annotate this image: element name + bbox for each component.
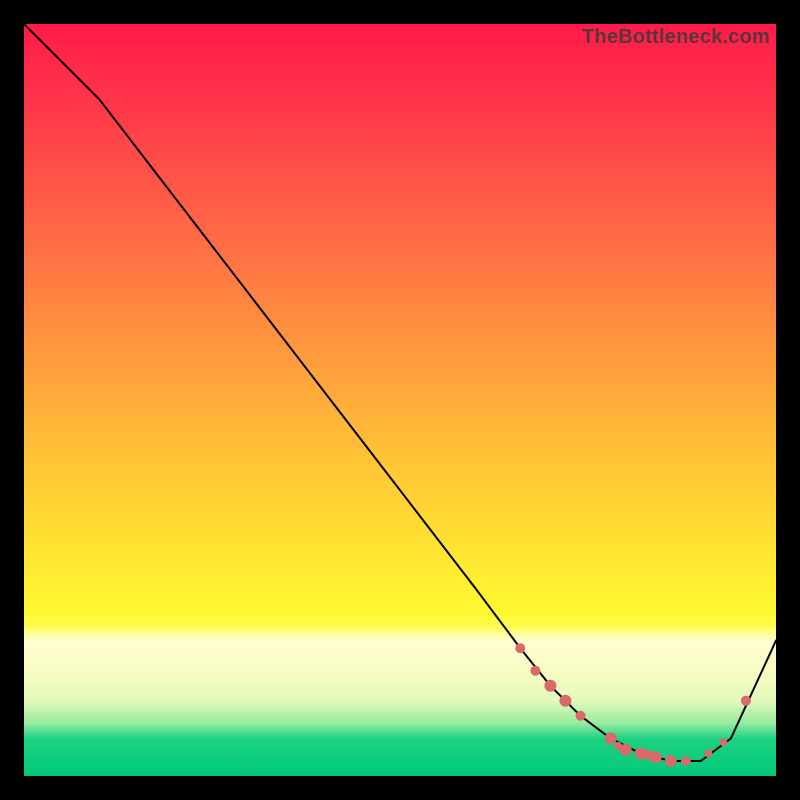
data-marker xyxy=(665,755,677,767)
data-marker xyxy=(719,738,727,746)
data-marker xyxy=(530,666,540,676)
data-marker xyxy=(515,643,525,653)
data-marker xyxy=(544,680,556,692)
data-marker xyxy=(650,751,662,763)
data-marker xyxy=(620,744,632,756)
plot-area: TheBottleneck.com xyxy=(24,24,776,776)
data-marker xyxy=(605,732,617,744)
data-marker xyxy=(681,756,691,766)
data-marker xyxy=(741,696,751,706)
data-marker xyxy=(559,695,571,707)
curve-layer xyxy=(24,24,776,776)
bottleneck-curve xyxy=(24,24,776,761)
curve-group xyxy=(24,24,776,767)
chart-stage: TheBottleneck.com xyxy=(0,0,800,800)
data-marker xyxy=(704,749,712,757)
data-marker xyxy=(576,711,586,721)
marker-group xyxy=(515,643,751,767)
